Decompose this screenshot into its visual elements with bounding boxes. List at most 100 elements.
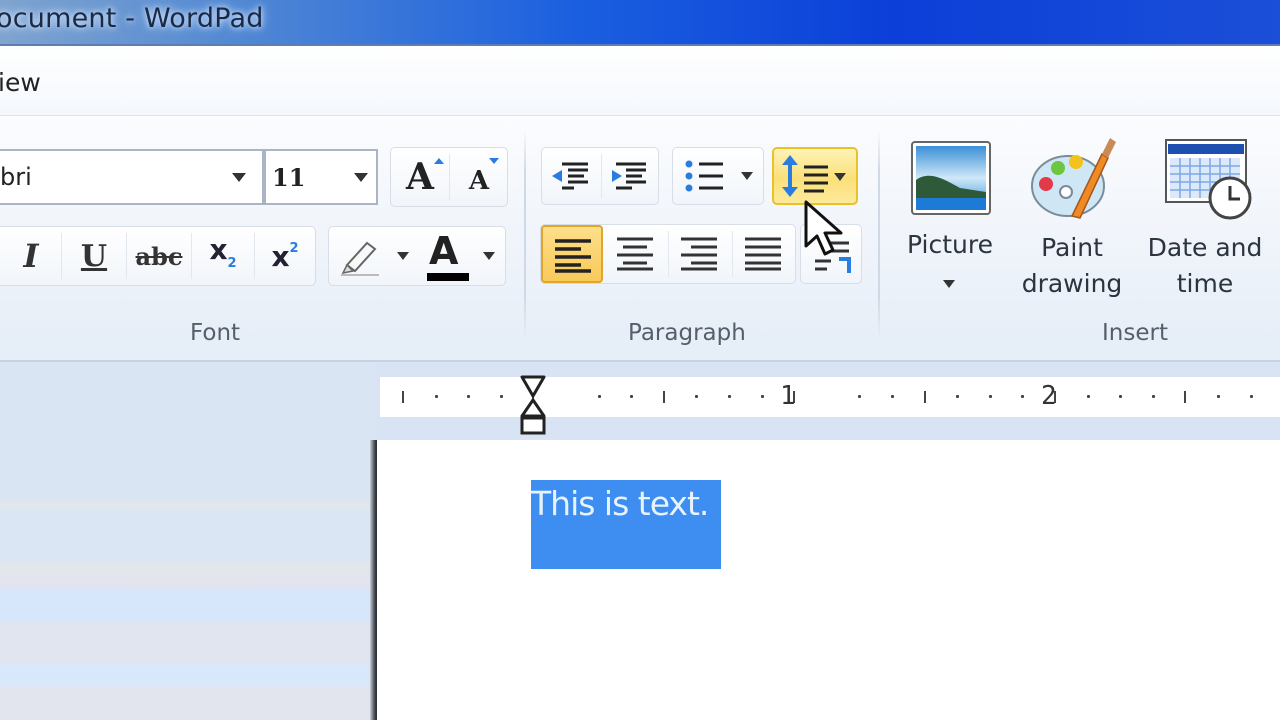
font-size-buttons: A A <box>390 147 508 207</box>
ruler-tick <box>760 395 764 398</box>
ruler-number: 1 <box>780 381 796 411</box>
ruler-tick <box>728 395 731 398</box>
shrink-font-button[interactable]: A <box>450 148 508 206</box>
ruler-tick <box>695 395 699 398</box>
ruler-tick <box>630 395 634 398</box>
ruler-tick <box>499 395 503 398</box>
document-page[interactable] <box>377 440 1280 720</box>
paint-drawing-label-line2: drawing <box>1021 269 1123 298</box>
superscript-icon: x2 <box>271 240 298 273</box>
paint-palette-icon <box>1031 138 1116 219</box>
subscript-digit: 2 <box>227 256 237 271</box>
increase-indent-button[interactable] <box>602 150 658 204</box>
mouse-cursor-icon <box>804 200 843 256</box>
chevron-down-icon[interactable] <box>354 173 368 182</box>
ruler[interactable]: 1 2 <box>380 377 1280 417</box>
tab-view[interactable]: iew <box>0 68 41 97</box>
title-bar: ocument - WordPad <box>0 0 1280 46</box>
justify-icon <box>745 237 781 271</box>
ruler-tick <box>891 395 894 398</box>
font-color-button[interactable]: A <box>419 227 505 285</box>
ruler-tick <box>858 395 862 398</box>
ruler-tick <box>923 391 926 403</box>
ruler-tick <box>1086 395 1090 398</box>
font-size-value: 11 <box>272 163 306 192</box>
paint-drawing-label-line1: Paint <box>1041 233 1103 262</box>
subscript-base: x <box>209 233 228 266</box>
insert-date-time-button[interactable]: Date and time <box>1140 134 1280 304</box>
document-text[interactable]: This is text. <box>531 484 709 523</box>
ruler-tick <box>1151 395 1155 398</box>
superscript-digit: 2 <box>289 240 299 256</box>
ruler-tick <box>988 395 992 398</box>
ruler-tick <box>467 395 471 398</box>
font-style-buttons: I U abc x2 x2 <box>0 226 316 286</box>
indent-marker-icon[interactable] <box>519 374 547 436</box>
ruler-tick <box>402 391 404 403</box>
underline-icon: U <box>80 238 108 274</box>
ruler-tick <box>956 395 960 398</box>
color-buttons: A <box>328 226 506 286</box>
grow-font-icon: A <box>406 156 444 198</box>
font-family-combo[interactable]: bri <box>0 149 264 205</box>
justify-button[interactable] <box>733 225 795 283</box>
ruler-tick <box>1217 395 1220 398</box>
picture-label: Picture <box>907 230 993 259</box>
chevron-down-icon[interactable] <box>741 172 753 180</box>
align-left-button[interactable] <box>541 225 603 283</box>
ruler-number: 2 <box>1041 381 1057 411</box>
chevron-down-icon[interactable] <box>834 173 846 181</box>
strikethrough-button[interactable]: abc <box>127 227 191 285</box>
subscript-icon: x2 <box>209 233 236 271</box>
align-right-icon <box>681 237 717 271</box>
align-center-button[interactable] <box>605 225 667 283</box>
shrink-font-icon: A <box>468 158 500 196</box>
insert-picture-button[interactable]: Picture <box>898 134 1002 304</box>
left-margin-area <box>0 362 375 720</box>
window-title: ocument - WordPad <box>0 3 264 34</box>
align-center-icon <box>617 237 653 271</box>
line-spacing-button[interactable] <box>772 147 858 205</box>
increase-indent-icon <box>612 162 646 190</box>
ruler-tick <box>1184 391 1187 403</box>
shrink-font-glyph: A <box>468 166 490 196</box>
underline-button[interactable]: U <box>62 227 126 285</box>
strikethrough-icon: abc <box>135 241 183 271</box>
chevron-down-icon[interactable] <box>483 252 495 260</box>
chevron-down-icon[interactable] <box>232 173 246 182</box>
subscript-button[interactable]: x2 <box>192 227 254 285</box>
decrease-indent-icon <box>552 162 588 190</box>
bullet-list-icon <box>685 160 723 192</box>
font-size-combo[interactable]: 11 <box>264 149 378 205</box>
align-right-button[interactable] <box>669 225 731 283</box>
ruler-tick <box>1119 395 1123 398</box>
ruler-tick <box>1249 395 1253 398</box>
highlighter-icon <box>341 241 379 276</box>
grow-font-glyph: A <box>406 156 434 198</box>
highlight-button[interactable] <box>333 227 415 285</box>
chevron-down-icon[interactable] <box>397 252 409 260</box>
picture-icon <box>911 141 991 215</box>
grow-font-button[interactable]: A <box>391 148 449 206</box>
italic-button[interactable]: I <box>1 227 61 285</box>
list-button[interactable] <box>672 147 764 205</box>
paragraph-group-label: Paragraph <box>628 320 746 346</box>
insert-group-label: Insert <box>1102 320 1168 346</box>
ruler-tick <box>597 395 601 398</box>
ruler-tick <box>662 391 665 403</box>
indent-buttons <box>541 147 659 205</box>
line-spacing-icon <box>782 155 828 197</box>
superscript-button[interactable]: x2 <box>255 227 315 285</box>
ruler-tick <box>1021 395 1025 398</box>
insert-paint-drawing-button[interactable]: Paint drawing <box>1010 134 1134 304</box>
calendar-clock-icon <box>1165 139 1252 220</box>
font-family-value: bri <box>0 163 32 191</box>
ribbon-tab-strip <box>0 46 1280 116</box>
font-color-glyph: A <box>429 229 459 273</box>
italic-icon: I <box>23 237 39 275</box>
font-color-icon: A <box>425 227 471 283</box>
page-edge <box>370 440 377 720</box>
chevron-down-icon[interactable] <box>943 280 955 288</box>
decrease-indent-button[interactable] <box>544 150 600 204</box>
group-separator <box>878 130 880 340</box>
